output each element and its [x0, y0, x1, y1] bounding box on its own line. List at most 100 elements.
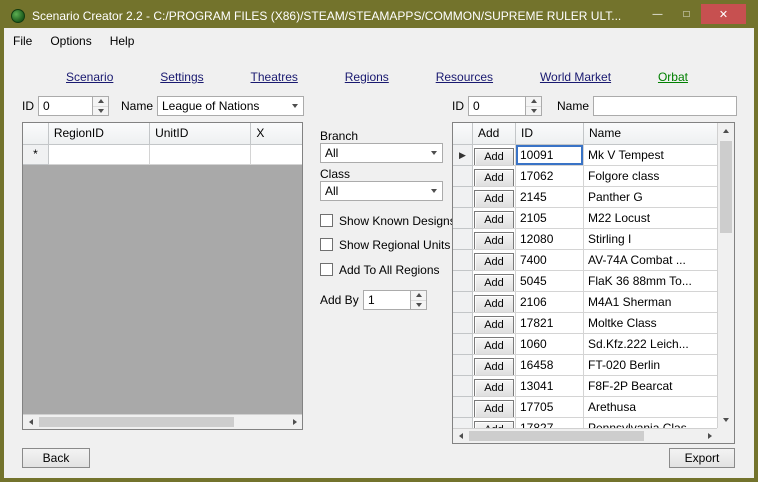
unit-name-cell[interactable]: FlaK 36 88mm To... — [584, 271, 719, 292]
scroll-down-icon[interactable] — [718, 412, 734, 428]
unit-row[interactable]: Add 13041 F8F-2P Bearcat — [453, 376, 719, 397]
left-id-spinner[interactable]: 0 — [38, 96, 109, 116]
column-header-regionid[interactable]: RegionID — [48, 123, 151, 145]
nav-link-scenario[interactable]: Scenario — [66, 70, 113, 84]
unit-row[interactable]: Add 2145 Panther G — [453, 187, 719, 208]
region-name-combo[interactable]: League of Nations — [157, 96, 304, 116]
unit-row[interactable]: Add 5045 FlaK 36 88mm To... — [453, 271, 719, 292]
unit-row[interactable]: Add 17062 Folgore class — [453, 166, 719, 187]
unit-name-cell[interactable]: AV-74A Combat ... — [584, 250, 719, 271]
add-unit-button[interactable]: Add — [474, 400, 514, 417]
add-unit-button[interactable]: Add — [474, 295, 514, 312]
scroll-left-icon[interactable] — [453, 429, 468, 443]
unit-row[interactable]: ▶ Add 10091 Mk V Tempest — [453, 145, 719, 166]
menu-item-help[interactable]: Help — [101, 30, 144, 52]
spin-down-icon[interactable] — [411, 299, 426, 309]
checkbox-show-known-designs[interactable]: Show Known Designs — [320, 213, 456, 228]
unit-row[interactable]: Add 12080 Stirling I — [453, 229, 719, 250]
right-id-spinner[interactable]: 0 — [468, 96, 542, 116]
nav-link-theatres[interactable]: Theatres — [251, 70, 298, 84]
titlebar[interactable]: Scenario Creator 2.2 - C:/PROGRAM FILES … — [4, 4, 754, 28]
scroll-right-icon[interactable] — [702, 429, 717, 443]
add-unit-button[interactable]: Add — [474, 211, 514, 228]
right-grid-vertical-scrollbar[interactable] — [717, 123, 734, 428]
unit-id-cell[interactable]: 2106 — [516, 292, 584, 313]
add-unit-button[interactable]: Add — [474, 379, 514, 396]
checkbox-show-regional-units[interactable]: Show Regional Units — [320, 237, 450, 252]
nav-link-orbat[interactable]: Orbat — [658, 70, 688, 84]
scrollbar-thumb[interactable] — [469, 431, 644, 441]
column-header-x[interactable]: X — [251, 123, 302, 145]
scroll-right-icon[interactable] — [287, 415, 302, 429]
unit-id-cell[interactable]: 17062 — [516, 166, 584, 187]
add-by-spinner[interactable]: 1 — [363, 290, 427, 310]
unit-id-cell[interactable]: 2105 — [516, 208, 584, 229]
unit-id-cell[interactable]: 17705 — [516, 397, 584, 418]
scrollbar-thumb[interactable] — [720, 141, 732, 233]
unit-name-cell[interactable]: M22 Locust — [584, 208, 719, 229]
unit-row[interactable]: Add 16458 FT-020 Berlin — [453, 355, 719, 376]
spin-down-icon[interactable] — [93, 105, 108, 115]
unit-name-cell[interactable]: Mk V Tempest — [584, 145, 719, 166]
unit-name-cell[interactable]: Arethusa — [584, 397, 719, 418]
checkbox-icon[interactable] — [320, 263, 333, 276]
spin-up-icon[interactable] — [93, 97, 108, 106]
export-button[interactable]: Export — [669, 448, 735, 468]
spin-up-icon[interactable] — [526, 97, 541, 106]
add-unit-button[interactable]: Add — [474, 253, 514, 270]
add-unit-button[interactable]: Add — [474, 169, 514, 186]
unit-name-search-input[interactable] — [593, 96, 737, 116]
scroll-up-icon[interactable] — [718, 123, 734, 139]
checkbox-add-to-all-regions[interactable]: Add To All Regions — [320, 262, 440, 277]
branch-combo[interactable]: All — [320, 143, 443, 163]
unit-id-cell[interactable]: 12080 — [516, 229, 584, 250]
spin-down-icon[interactable] — [526, 105, 541, 115]
unit-row[interactable]: Add 1060 Sd.Kfz.222 Leich... — [453, 334, 719, 355]
empty-cell[interactable] — [251, 145, 302, 165]
empty-cell[interactable] — [48, 145, 151, 165]
add-unit-button[interactable]: Add — [474, 274, 514, 291]
add-unit-button[interactable]: Add — [474, 358, 514, 375]
unit-name-cell[interactable]: Pennsylvania Clas... — [584, 418, 719, 428]
scrollbar-thumb[interactable] — [39, 417, 234, 427]
menu-item-options[interactable]: Options — [41, 30, 100, 52]
minimize-button[interactable]: — — [643, 4, 672, 24]
unit-id-cell[interactable]: 17827 — [516, 418, 584, 428]
nav-link-resources[interactable]: Resources — [436, 70, 493, 84]
right-grid-horizontal-scrollbar[interactable] — [453, 428, 717, 443]
add-unit-button[interactable]: Add — [474, 337, 514, 354]
add-unit-button[interactable]: Add — [474, 232, 514, 249]
column-header-id[interactable]: ID — [516, 123, 584, 145]
unit-row[interactable]: Add 17827 Pennsylvania Clas... — [453, 418, 719, 428]
unit-name-cell[interactable]: Panther G — [584, 187, 719, 208]
add-unit-button[interactable]: Add — [474, 148, 514, 165]
back-button[interactable]: Back — [22, 448, 90, 468]
unit-id-cell[interactable]: 16458 — [516, 355, 584, 376]
nav-link-settings[interactable]: Settings — [160, 70, 203, 84]
unit-name-cell[interactable]: Sd.Kfz.222 Leich... — [584, 334, 719, 355]
class-combo[interactable]: All — [320, 181, 443, 201]
unit-name-cell[interactable]: Folgore class — [584, 166, 719, 187]
maximize-button[interactable]: □ — [672, 4, 701, 24]
unit-name-cell[interactable]: F8F-2P Bearcat — [584, 376, 719, 397]
unit-row[interactable]: Add 17705 Arethusa — [453, 397, 719, 418]
add-unit-button[interactable]: Add — [474, 421, 514, 428]
unit-id-cell[interactable]: 7400 — [516, 250, 584, 271]
unit-row[interactable]: Add 7400 AV-74A Combat ... — [453, 250, 719, 271]
unit-name-cell[interactable]: Moltke Class — [584, 313, 719, 334]
unit-id-cell[interactable]: 10091 — [516, 145, 584, 166]
scroll-left-icon[interactable] — [23, 415, 38, 429]
column-header-add[interactable]: Add — [473, 123, 516, 145]
new-row[interactable]: * — [23, 145, 302, 165]
left-grid-horizontal-scrollbar[interactable] — [23, 414, 302, 429]
unit-id-cell[interactable]: 13041 — [516, 376, 584, 397]
checkbox-icon[interactable] — [320, 238, 333, 251]
menu-item-file[interactable]: File — [4, 30, 41, 52]
add-unit-button[interactable]: Add — [474, 190, 514, 207]
unit-row[interactable]: Add 17821 Moltke Class — [453, 313, 719, 334]
spin-up-icon[interactable] — [411, 291, 426, 300]
unit-id-cell[interactable]: 1060 — [516, 334, 584, 355]
nav-link-world-market[interactable]: World Market — [540, 70, 611, 84]
unit-name-cell[interactable]: M4A1 Sherman — [584, 292, 719, 313]
nav-link-regions[interactable]: Regions — [345, 70, 389, 84]
